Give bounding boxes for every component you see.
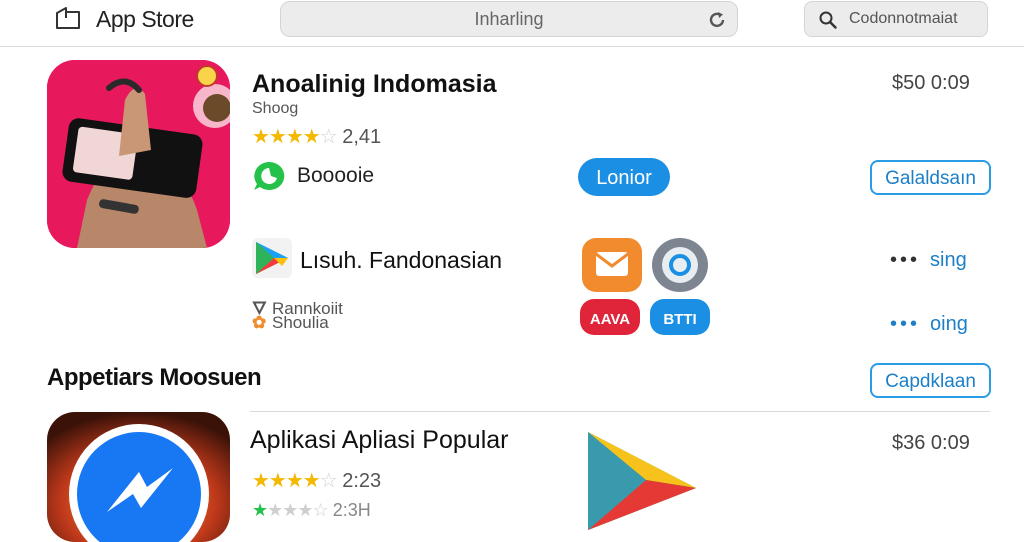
featured-rating: ★★★★☆ 2,41 [252,124,381,149]
more-row[interactable]: ••• oing [890,313,968,336]
app2-rating-secondary: ★★★★☆ 2:3H [252,500,371,521]
list-item-title[interactable]: Lısuh. Fandonasian [300,247,502,274]
rating-value: 2,41 [342,126,382,148]
search-icon [819,11,837,29]
mail-icon [595,252,629,276]
btti-tile[interactable]: BTTI [650,299,710,335]
rating-value: 2:23 [342,470,382,492]
reload-icon[interactable] [707,10,727,30]
star-rating-icon: ★★★★☆ [252,470,338,492]
star-rating-icon: ★★★★☆ [252,126,338,148]
divider [250,411,990,412]
chat-bubble-icon [254,161,285,190]
play-store-icon[interactable] [252,238,292,278]
more-label: sing [930,249,967,271]
search-box[interactable]: Codonnotmaiat [804,1,988,37]
address-bar[interactable]: Inharling [280,1,738,37]
address-text: Inharling [474,9,544,29]
more-row[interactable]: ••• sing [890,249,967,272]
featured-app-subtitle: Shoog [252,100,299,117]
star-rating-icon: ★★★★☆ [252,500,329,520]
messenger-illustration [47,412,230,542]
meta-label: Shoulia [272,313,329,332]
top-bar: App Store Inharling Codonnotmaiat [0,0,1024,47]
app-store-icon[interactable] [54,5,82,31]
more-label: oing [930,313,968,335]
rating-value: 2:3H [332,500,371,520]
badge-icon: ✿ [252,313,267,332]
hand-phone-illustration [47,60,230,248]
featured-app-image[interactable] [47,60,230,248]
aava-tile[interactable]: AAVA [580,299,640,335]
app2-title[interactable]: Aplikasi Apliasi Popular [250,426,508,455]
section-action-button[interactable]: Capdklaan [870,363,991,398]
featured-app-title[interactable]: Anoalinig Indomasia [252,70,496,99]
speech-icon [662,247,698,283]
featured-price: $50 0:09 [892,72,970,94]
list-meta-row: ✿ Shoulia [252,313,329,333]
store-title[interactable]: App Store [96,6,194,33]
chat-tile[interactable] [652,238,708,292]
secondary-action-button[interactable]: Galaldsaın [870,160,991,195]
app2-rating: ★★★★☆ 2:23 [252,468,381,493]
search-text: Codonnotmaiat [849,10,958,27]
developer-name[interactable]: Booooie [297,164,374,188]
play-triangle-icon[interactable] [586,430,698,530]
primary-action-button[interactable]: Lonior [578,158,670,196]
more-dots-icon: ••• [890,313,921,335]
app2-price: $36 0:09 [892,432,970,454]
section-title: Appetiars Moosuen [47,364,262,391]
more-dots-icon: ••• [890,249,921,271]
app2-image[interactable] [47,412,230,542]
mail-tile[interactable] [582,238,642,292]
